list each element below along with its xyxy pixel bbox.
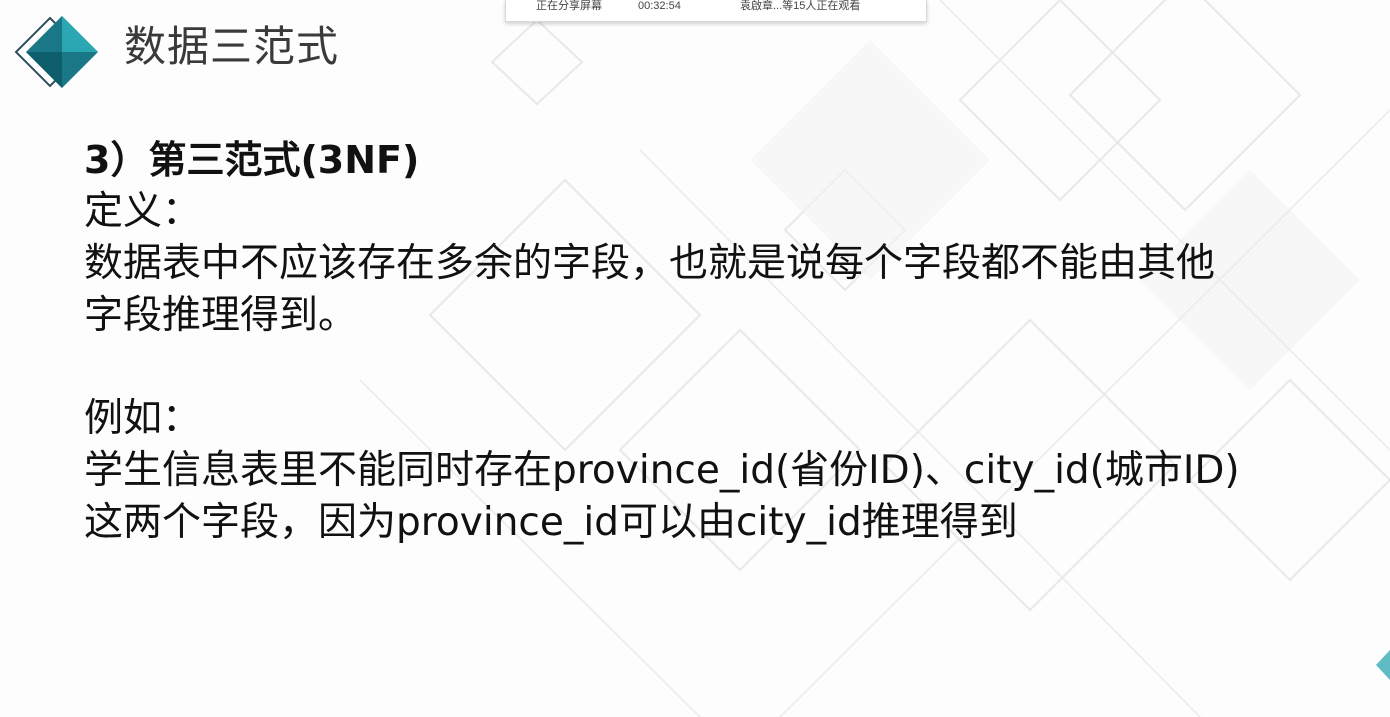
section-heading: 3）第三范式(3NF) xyxy=(84,138,420,182)
share-viewers-text: 袁啟章...等15人正在观看 xyxy=(740,0,861,12)
corner-decoration-icon xyxy=(1376,650,1390,680)
definition-label: 定义： xyxy=(84,189,202,234)
definition-text-line-1: 数据表中不应该存在多余的字段，也就是说每个字段都不能由其他 xyxy=(84,241,1216,286)
slide-content: 3）第三范式(3NF) 定义： 数据表中不应该存在多余的字段，也就是说每个字段都… xyxy=(84,134,1374,549)
share-timer: 00:32:54 xyxy=(638,0,681,12)
example-text-line-2: 这两个字段，因为province_id可以由city_id推理得到 xyxy=(84,500,1018,545)
diamond-logo-icon xyxy=(14,16,98,88)
share-status-text: 正在分享屏幕 xyxy=(536,0,602,12)
presentation-slide: 正在分享屏幕 00:32:54 袁啟章...等15人正在观看 数据三范式 3）第… xyxy=(0,0,1390,717)
example-label: 例如： xyxy=(84,396,202,441)
slide-title: 数据三范式 xyxy=(124,22,340,71)
definition-text-line-2: 字段推理得到。 xyxy=(84,293,358,338)
example-text-line-1: 学生信息表里不能同时存在province_id(省份ID)、city_id(城市… xyxy=(84,448,1240,493)
screen-share-bar[interactable]: 正在分享屏幕 00:32:54 袁啟章...等15人正在观看 xyxy=(505,0,927,22)
